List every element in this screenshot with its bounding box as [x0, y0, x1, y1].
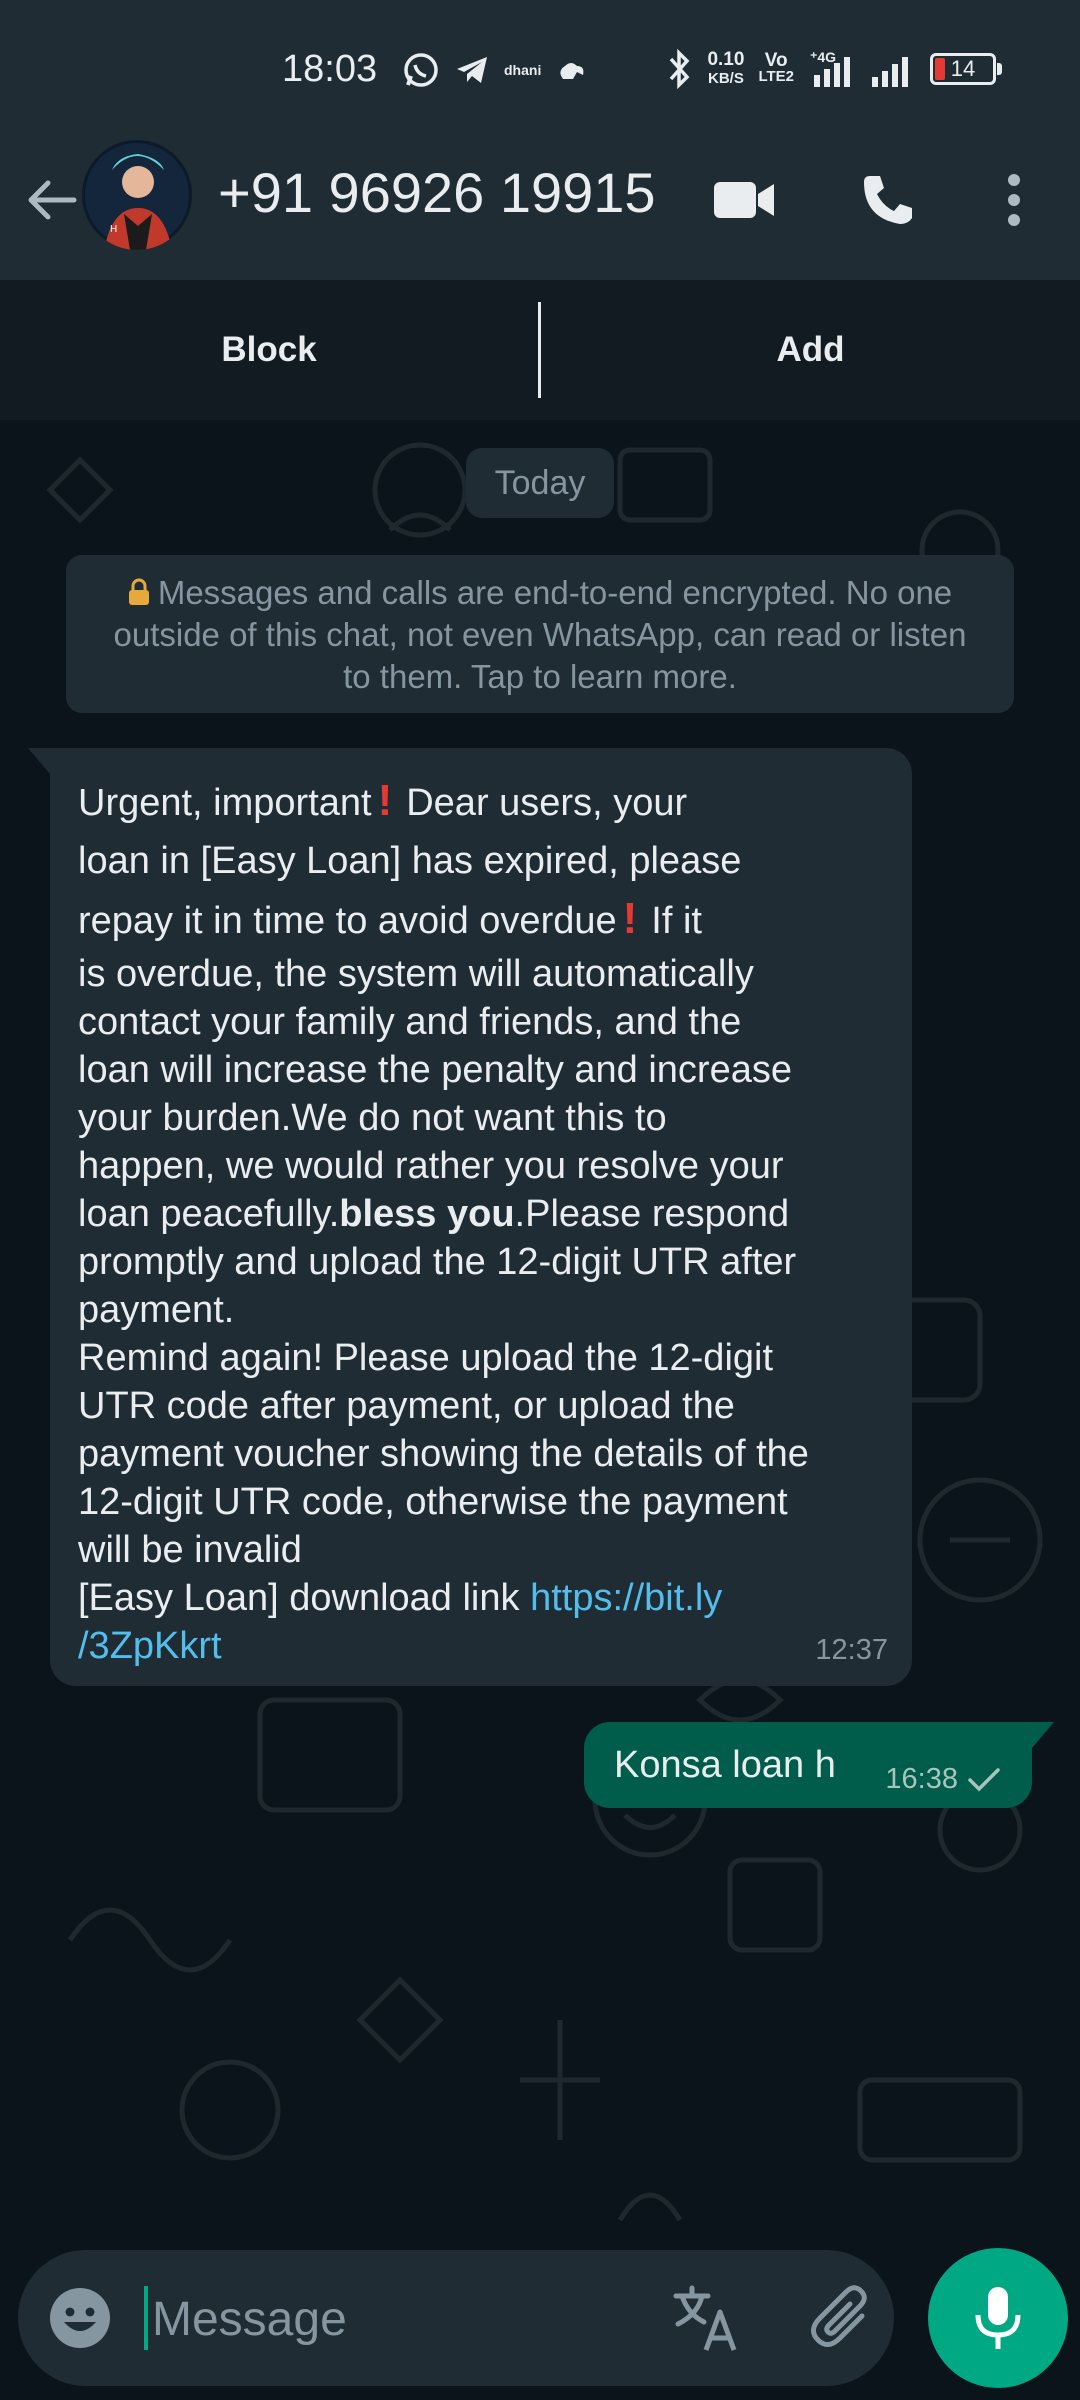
volte-indicator: Vo LTE2	[758, 50, 794, 85]
message-text: Konsa loan h	[614, 1743, 836, 1786]
svg-text:⁺4G: ⁺4G	[810, 49, 836, 65]
video-call-icon	[714, 182, 774, 218]
emoji-icon[interactable]	[46, 2284, 114, 2352]
message-line: loan will increase the penalty and incre…	[78, 1049, 792, 1091]
back-arrow-icon[interactable]	[22, 170, 82, 230]
message-line: loan in [Easy Loan] has expired, please	[78, 840, 742, 882]
status-notification-icons: dhani	[402, 50, 589, 90]
message-meta: 16:38	[885, 1763, 1002, 1796]
whatsapp-icon	[404, 53, 438, 87]
cloud-icon	[560, 63, 584, 79]
avatar-image: H	[82, 140, 192, 250]
voice-call-button[interactable]	[848, 160, 928, 240]
translate-icon[interactable]	[670, 2282, 742, 2354]
message-line: Urgent, important! Dear users, your	[78, 772, 882, 832]
contact-name[interactable]: +91 96926 19915	[218, 160, 656, 225]
video-call-button[interactable]	[704, 160, 784, 240]
encryption-notice[interactable]: Messages and calls are end-to-end encryp…	[66, 555, 1014, 713]
message-line: will be invalid	[78, 1529, 302, 1571]
bold-text: bless you	[339, 1193, 515, 1235]
exclamation-emoji: !	[377, 776, 393, 825]
telegram-icon	[457, 57, 487, 83]
chat-header: H +91 96926 19915	[0, 140, 1080, 280]
message-line: your burden.We do not want this to	[78, 1097, 667, 1139]
bluetooth-icon	[670, 49, 690, 89]
add-contact-button[interactable]: Add	[541, 280, 1080, 420]
message-line: [Easy Loan] download link https://bit.ly	[78, 1577, 723, 1619]
date-separator: Today	[466, 448, 614, 518]
status-bar: 18:03 dhani 0.10 KB/S Vo LTE2 ⁺4G 14	[0, 0, 1080, 140]
chat-area[interactable]: Today Messages and calls are end-to-end …	[0, 420, 1080, 2250]
encryption-text: Messages and calls are end-to-end encryp…	[113, 574, 967, 695]
message-line: contact your family and friends, and the	[78, 1001, 742, 1043]
message-line: Remind again! Please upload the 12-digit	[78, 1337, 774, 1379]
more-vert-icon	[1008, 174, 1020, 226]
message-line: loan peacefully.bless you.Please respond	[78, 1193, 790, 1235]
message-line: promptly and upload the 12-digit UTR aft…	[78, 1241, 797, 1283]
message-composer	[18, 2250, 894, 2386]
download-link[interactable]: https://bit.ly	[530, 1577, 722, 1619]
text-cursor	[144, 2286, 148, 2350]
message-line: payment.	[78, 1289, 235, 1331]
mic-icon	[975, 2287, 1021, 2349]
battery-icon: 14	[930, 53, 1002, 85]
message-time: 16:38	[885, 1763, 958, 1795]
exclamation-emoji: !	[622, 894, 638, 943]
sent-check-icon	[968, 1767, 1000, 1791]
outgoing-message[interactable]: Konsa loan h 16:38	[584, 1722, 1054, 1808]
signal-icon	[872, 57, 908, 87]
message-line: payment voucher showing the details of t…	[78, 1433, 809, 1475]
contact-avatar[interactable]: H	[82, 140, 192, 250]
status-system-icons: 0.10 KB/S Vo LTE2 ⁺4G 14	[665, 44, 1002, 94]
message-line: repay it in time to avoid overdue! If it	[78, 890, 882, 950]
attach-icon[interactable]	[808, 2282, 880, 2354]
status-app-label: dhani	[504, 62, 542, 78]
message-line: is overdue, the system will automaticall…	[78, 953, 754, 995]
svg-text:H: H	[110, 224, 117, 235]
message-line: UTR code after payment, or upload the	[78, 1385, 735, 1427]
status-time: 18:03	[282, 48, 378, 90]
menu-button[interactable]	[974, 160, 1054, 240]
download-link[interactable]: /3ZpKkrt	[78, 1622, 882, 1670]
message-line: happen, we would rather you resolve your	[78, 1145, 784, 1187]
lock-icon	[128, 578, 149, 605]
unknown-contact-bar: Block Add	[0, 280, 1080, 420]
message-input[interactable]	[150, 2274, 674, 2364]
message-time: 12:37	[815, 1634, 888, 1666]
voice-record-button[interactable]	[928, 2248, 1068, 2388]
battery-level: 14	[950, 56, 976, 81]
network-speed: 0.10 KB/S	[707, 49, 745, 87]
phone-icon	[864, 176, 912, 224]
message-line: 12-digit UTR code, otherwise the payment	[78, 1481, 788, 1523]
block-button[interactable]: Block	[0, 280, 538, 420]
incoming-message[interactable]: Urgent, important! Dear users, your loan …	[28, 748, 912, 1686]
signal-icon: ⁺4G	[810, 49, 850, 87]
